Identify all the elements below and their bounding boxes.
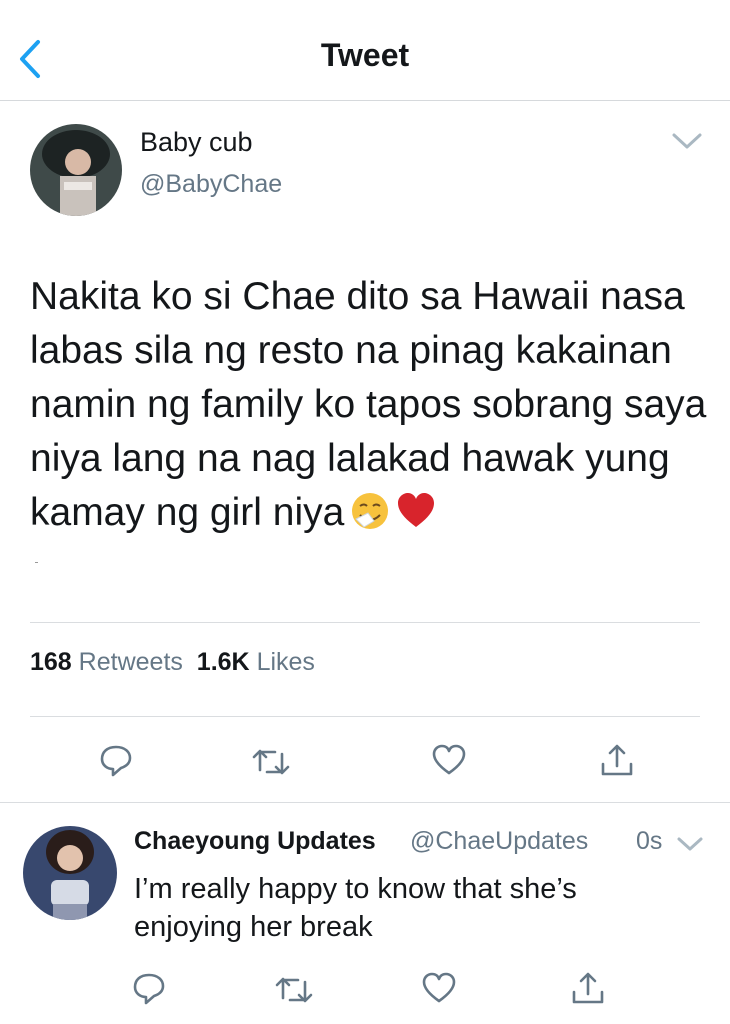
author-handle[interactable]: @BabyChae <box>140 170 282 199</box>
divider <box>30 622 700 623</box>
avatar[interactable] <box>30 124 122 216</box>
reply-text: I’m really happy to know that she’s enjo… <box>134 873 577 943</box>
divider <box>0 802 730 803</box>
sneezing-face-emoji-icon <box>350 491 390 531</box>
chevron-down-icon[interactable] <box>670 130 704 152</box>
red-heart-emoji-icon <box>396 491 436 531</box>
reply-icon[interactable] <box>127 966 171 1010</box>
retweets-label[interactable]: Retweets <box>79 648 183 676</box>
avatar[interactable] <box>23 826 117 920</box>
tweet-stats: 168 Retweets 1.6K Likes <box>30 648 315 677</box>
page-title: Tweet <box>320 37 410 73</box>
reply-icon[interactable] <box>94 738 138 782</box>
author-name[interactable]: Baby cub <box>140 127 253 158</box>
nav-bar: Tweet <box>0 0 730 101</box>
separator-dot <box>35 562 38 563</box>
share-icon[interactable] <box>595 738 639 782</box>
divider <box>30 716 700 717</box>
heart-icon[interactable] <box>417 966 461 1010</box>
retweets-count[interactable]: 168 <box>30 648 72 676</box>
share-icon[interactable] <box>566 966 610 1010</box>
retweet-icon[interactable] <box>272 968 316 1012</box>
heart-icon[interactable] <box>427 738 471 782</box>
tweet-text: Nakita ko si Chae dito sa Hawaii nasa la… <box>30 270 710 540</box>
likes-count[interactable]: 1.6K <box>197 648 250 676</box>
retweet-icon[interactable] <box>249 740 293 784</box>
reply-author-name[interactable]: Chaeyoung Updates <box>134 827 376 856</box>
chevron-down-icon[interactable] <box>676 834 704 854</box>
reply-author-handle[interactable]: @ChaeUpdates <box>410 827 588 856</box>
likes-label[interactable]: Likes <box>257 648 315 676</box>
reply-timestamp: 0s <box>636 827 663 855</box>
